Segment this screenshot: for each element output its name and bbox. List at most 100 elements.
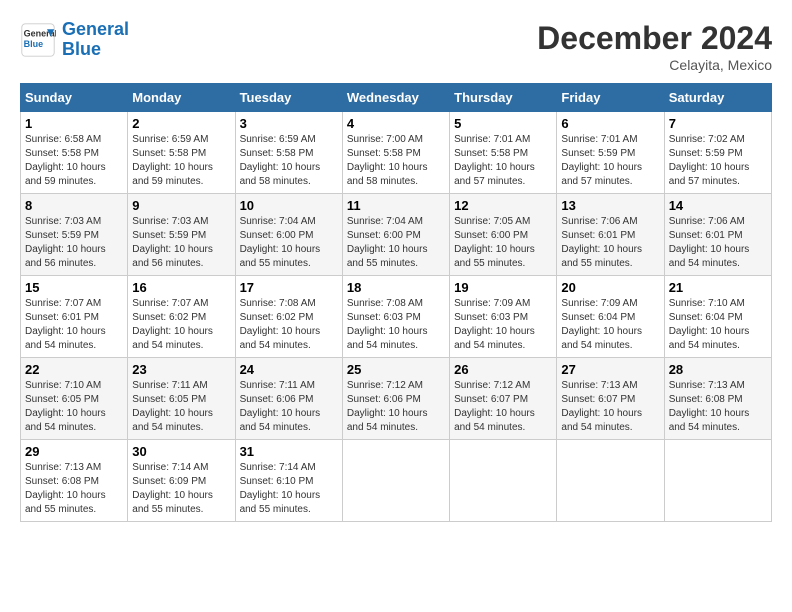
logo: General Blue GeneralBlue bbox=[20, 20, 129, 60]
weekday-header-cell: Friday bbox=[557, 84, 664, 112]
day-number: 26 bbox=[454, 362, 552, 377]
day-info: Sunrise: 7:14 AM Sunset: 6:10 PM Dayligh… bbox=[240, 461, 338, 517]
logo-text: GeneralBlue bbox=[62, 20, 129, 60]
day-info: Sunrise: 7:11 AM Sunset: 6:05 PM Dayligh… bbox=[132, 379, 230, 435]
day-number: 3 bbox=[240, 116, 338, 131]
day-number: 18 bbox=[347, 280, 445, 295]
day-info: Sunrise: 6:58 AM Sunset: 5:58 PM Dayligh… bbox=[25, 133, 123, 189]
day-info: Sunrise: 7:11 AM Sunset: 6:06 PM Dayligh… bbox=[240, 379, 338, 435]
day-number: 29 bbox=[25, 444, 123, 459]
calendar-day-cell bbox=[342, 440, 449, 522]
calendar-day-cell: 6 Sunrise: 7:01 AM Sunset: 5:59 PM Dayli… bbox=[557, 112, 664, 194]
calendar-day-cell: 25 Sunrise: 7:12 AM Sunset: 6:06 PM Dayl… bbox=[342, 358, 449, 440]
day-number: 8 bbox=[25, 198, 123, 213]
day-number: 7 bbox=[669, 116, 767, 131]
title-area: December 2024 Celayita, Mexico bbox=[537, 20, 772, 73]
calendar-day-cell: 24 Sunrise: 7:11 AM Sunset: 6:06 PM Dayl… bbox=[235, 358, 342, 440]
calendar-day-cell: 27 Sunrise: 7:13 AM Sunset: 6:07 PM Dayl… bbox=[557, 358, 664, 440]
day-info: Sunrise: 7:01 AM Sunset: 5:58 PM Dayligh… bbox=[454, 133, 552, 189]
day-info: Sunrise: 7:06 AM Sunset: 6:01 PM Dayligh… bbox=[561, 215, 659, 271]
day-number: 16 bbox=[132, 280, 230, 295]
day-info: Sunrise: 7:13 AM Sunset: 6:08 PM Dayligh… bbox=[25, 461, 123, 517]
calendar-week-row: 22 Sunrise: 7:10 AM Sunset: 6:05 PM Dayl… bbox=[21, 358, 772, 440]
day-number: 13 bbox=[561, 198, 659, 213]
day-number: 27 bbox=[561, 362, 659, 377]
calendar-day-cell: 29 Sunrise: 7:13 AM Sunset: 6:08 PM Dayl… bbox=[21, 440, 128, 522]
calendar-day-cell bbox=[664, 440, 771, 522]
calendar-day-cell: 13 Sunrise: 7:06 AM Sunset: 6:01 PM Dayl… bbox=[557, 194, 664, 276]
day-info: Sunrise: 7:05 AM Sunset: 6:00 PM Dayligh… bbox=[454, 215, 552, 271]
calendar-day-cell: 22 Sunrise: 7:10 AM Sunset: 6:05 PM Dayl… bbox=[21, 358, 128, 440]
day-info: Sunrise: 7:13 AM Sunset: 6:08 PM Dayligh… bbox=[669, 379, 767, 435]
calendar-week-row: 1 Sunrise: 6:58 AM Sunset: 5:58 PM Dayli… bbox=[21, 112, 772, 194]
calendar-day-cell: 8 Sunrise: 7:03 AM Sunset: 5:59 PM Dayli… bbox=[21, 194, 128, 276]
day-number: 5 bbox=[454, 116, 552, 131]
day-number: 30 bbox=[132, 444, 230, 459]
calendar-day-cell: 4 Sunrise: 7:00 AM Sunset: 5:58 PM Dayli… bbox=[342, 112, 449, 194]
month-title: December 2024 bbox=[537, 20, 772, 57]
day-number: 31 bbox=[240, 444, 338, 459]
weekday-header-cell: Monday bbox=[128, 84, 235, 112]
day-number: 10 bbox=[240, 198, 338, 213]
calendar-day-cell: 2 Sunrise: 6:59 AM Sunset: 5:58 PM Dayli… bbox=[128, 112, 235, 194]
calendar-day-cell: 28 Sunrise: 7:13 AM Sunset: 6:08 PM Dayl… bbox=[664, 358, 771, 440]
calendar-day-cell: 26 Sunrise: 7:12 AM Sunset: 6:07 PM Dayl… bbox=[450, 358, 557, 440]
day-info: Sunrise: 7:07 AM Sunset: 6:01 PM Dayligh… bbox=[25, 297, 123, 353]
day-number: 19 bbox=[454, 280, 552, 295]
calendar-day-cell: 19 Sunrise: 7:09 AM Sunset: 6:03 PM Dayl… bbox=[450, 276, 557, 358]
day-info: Sunrise: 7:08 AM Sunset: 6:02 PM Dayligh… bbox=[240, 297, 338, 353]
svg-text:Blue: Blue bbox=[24, 39, 44, 49]
calendar-day-cell: 3 Sunrise: 6:59 AM Sunset: 5:58 PM Dayli… bbox=[235, 112, 342, 194]
day-info: Sunrise: 7:10 AM Sunset: 6:05 PM Dayligh… bbox=[25, 379, 123, 435]
calendar-day-cell: 30 Sunrise: 7:14 AM Sunset: 6:09 PM Dayl… bbox=[128, 440, 235, 522]
calendar-week-row: 29 Sunrise: 7:13 AM Sunset: 6:08 PM Dayl… bbox=[21, 440, 772, 522]
calendar-day-cell bbox=[450, 440, 557, 522]
day-number: 20 bbox=[561, 280, 659, 295]
day-number: 21 bbox=[669, 280, 767, 295]
day-number: 6 bbox=[561, 116, 659, 131]
weekday-header-cell: Tuesday bbox=[235, 84, 342, 112]
day-number: 23 bbox=[132, 362, 230, 377]
calendar-day-cell: 31 Sunrise: 7:14 AM Sunset: 6:10 PM Dayl… bbox=[235, 440, 342, 522]
weekday-header-cell: Sunday bbox=[21, 84, 128, 112]
day-number: 28 bbox=[669, 362, 767, 377]
calendar-day-cell: 11 Sunrise: 7:04 AM Sunset: 6:00 PM Dayl… bbox=[342, 194, 449, 276]
calendar-day-cell: 18 Sunrise: 7:08 AM Sunset: 6:03 PM Dayl… bbox=[342, 276, 449, 358]
calendar-day-cell: 9 Sunrise: 7:03 AM Sunset: 5:59 PM Dayli… bbox=[128, 194, 235, 276]
day-info: Sunrise: 7:03 AM Sunset: 5:59 PM Dayligh… bbox=[132, 215, 230, 271]
header: General Blue GeneralBlue December 2024 C… bbox=[20, 20, 772, 73]
day-info: Sunrise: 7:02 AM Sunset: 5:59 PM Dayligh… bbox=[669, 133, 767, 189]
calendar-day-cell: 10 Sunrise: 7:04 AM Sunset: 6:00 PM Dayl… bbox=[235, 194, 342, 276]
day-info: Sunrise: 7:09 AM Sunset: 6:03 PM Dayligh… bbox=[454, 297, 552, 353]
calendar-day-cell: 7 Sunrise: 7:02 AM Sunset: 5:59 PM Dayli… bbox=[664, 112, 771, 194]
day-number: 1 bbox=[25, 116, 123, 131]
calendar-day-cell: 15 Sunrise: 7:07 AM Sunset: 6:01 PM Dayl… bbox=[21, 276, 128, 358]
calendar-day-cell: 12 Sunrise: 7:05 AM Sunset: 6:00 PM Dayl… bbox=[450, 194, 557, 276]
calendar-day-cell: 23 Sunrise: 7:11 AM Sunset: 6:05 PM Dayl… bbox=[128, 358, 235, 440]
day-number: 25 bbox=[347, 362, 445, 377]
day-info: Sunrise: 7:03 AM Sunset: 5:59 PM Dayligh… bbox=[25, 215, 123, 271]
day-number: 12 bbox=[454, 198, 552, 213]
weekday-header-cell: Thursday bbox=[450, 84, 557, 112]
calendar-day-cell: 5 Sunrise: 7:01 AM Sunset: 5:58 PM Dayli… bbox=[450, 112, 557, 194]
day-info: Sunrise: 6:59 AM Sunset: 5:58 PM Dayligh… bbox=[132, 133, 230, 189]
location: Celayita, Mexico bbox=[537, 57, 772, 73]
day-info: Sunrise: 7:00 AM Sunset: 5:58 PM Dayligh… bbox=[347, 133, 445, 189]
calendar-day-cell: 16 Sunrise: 7:07 AM Sunset: 6:02 PM Dayl… bbox=[128, 276, 235, 358]
calendar-day-cell: 17 Sunrise: 7:08 AM Sunset: 6:02 PM Dayl… bbox=[235, 276, 342, 358]
calendar-day-cell: 20 Sunrise: 7:09 AM Sunset: 6:04 PM Dayl… bbox=[557, 276, 664, 358]
day-info: Sunrise: 7:01 AM Sunset: 5:59 PM Dayligh… bbox=[561, 133, 659, 189]
weekday-header-cell: Saturday bbox=[664, 84, 771, 112]
day-info: Sunrise: 7:13 AM Sunset: 6:07 PM Dayligh… bbox=[561, 379, 659, 435]
calendar-body: 1 Sunrise: 6:58 AM Sunset: 5:58 PM Dayli… bbox=[21, 112, 772, 522]
day-number: 24 bbox=[240, 362, 338, 377]
day-info: Sunrise: 7:04 AM Sunset: 6:00 PM Dayligh… bbox=[240, 215, 338, 271]
day-number: 17 bbox=[240, 280, 338, 295]
day-number: 14 bbox=[669, 198, 767, 213]
day-info: Sunrise: 7:08 AM Sunset: 6:03 PM Dayligh… bbox=[347, 297, 445, 353]
calendar-day-cell: 21 Sunrise: 7:10 AM Sunset: 6:04 PM Dayl… bbox=[664, 276, 771, 358]
calendar-day-cell bbox=[557, 440, 664, 522]
day-number: 22 bbox=[25, 362, 123, 377]
day-number: 9 bbox=[132, 198, 230, 213]
calendar-day-cell: 1 Sunrise: 6:58 AM Sunset: 5:58 PM Dayli… bbox=[21, 112, 128, 194]
